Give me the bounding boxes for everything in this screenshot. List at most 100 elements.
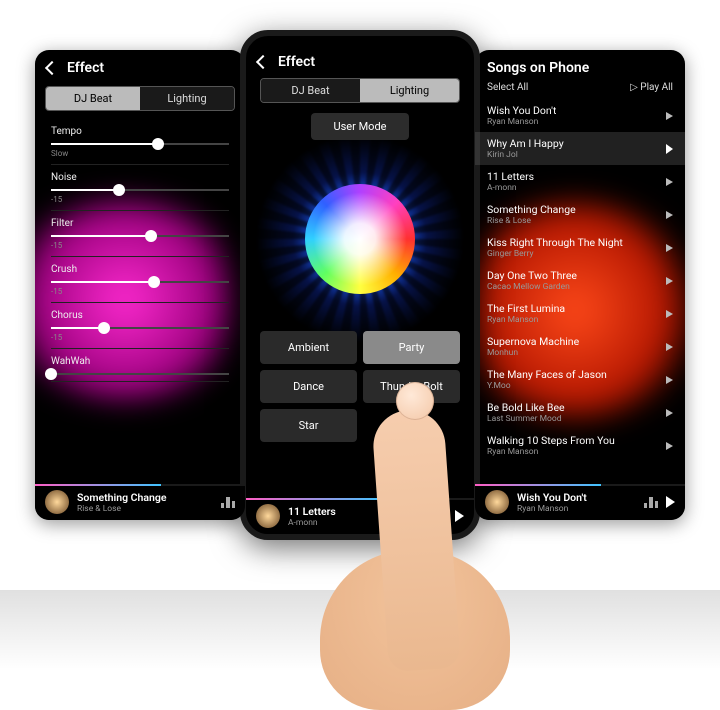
slider-track[interactable] bbox=[51, 235, 229, 237]
slider-value: Slow bbox=[51, 149, 229, 158]
play-song-icon[interactable] bbox=[666, 244, 673, 252]
slider-track[interactable] bbox=[51, 327, 229, 329]
color-wheel[interactable] bbox=[305, 184, 415, 294]
song-artist: Ryan Manson bbox=[487, 447, 615, 457]
play-all-button[interactable]: ▷ Play All bbox=[630, 82, 673, 93]
album-art-icon bbox=[45, 490, 69, 514]
song-title: Why Am I Happy bbox=[487, 137, 564, 150]
slider-thumb[interactable] bbox=[145, 230, 157, 242]
slider-track[interactable] bbox=[51, 281, 229, 283]
color-wheel-area bbox=[246, 156, 474, 321]
song-row[interactable]: Day One Two ThreeCacao Mellow Garden bbox=[475, 264, 685, 297]
slider-chorus: Chorus -15 bbox=[51, 303, 229, 349]
page-title: Effect bbox=[278, 54, 315, 70]
phone-djbeat: Effect DJ Beat Lighting Tempo Slow Noise-1… bbox=[35, 50, 245, 520]
song-row[interactable]: Wish You Don'tRyan Manson bbox=[475, 99, 685, 132]
song-title: Something Change bbox=[487, 203, 576, 216]
song-title: 11 Letters bbox=[487, 170, 534, 183]
play-song-icon[interactable] bbox=[666, 144, 673, 154]
play-icon[interactable] bbox=[666, 496, 675, 508]
album-art-icon bbox=[485, 490, 509, 514]
play-icon[interactable] bbox=[455, 510, 464, 522]
tab-djbeat[interactable]: DJ Beat bbox=[46, 87, 140, 110]
slider-track[interactable] bbox=[51, 373, 229, 375]
equalizer-icon[interactable] bbox=[644, 496, 658, 508]
play-song-icon[interactable] bbox=[666, 442, 673, 450]
back-icon[interactable] bbox=[256, 55, 270, 69]
play-song-icon[interactable] bbox=[666, 178, 673, 186]
select-all-button[interactable]: Select All bbox=[487, 82, 528, 93]
lighting-mode-party[interactable]: Party bbox=[363, 331, 460, 364]
lighting-mode-ambient[interactable]: Ambient bbox=[260, 331, 357, 364]
np-artist: Ryan Manson bbox=[517, 504, 636, 514]
np-artist: Rise & Lose bbox=[77, 504, 213, 514]
np-title: Wish You Don't bbox=[517, 491, 636, 504]
song-artist: Ginger Berry bbox=[487, 249, 623, 259]
equalizer-icon[interactable] bbox=[221, 496, 235, 508]
slider-thumb[interactable] bbox=[113, 184, 125, 196]
slider-value: -15 bbox=[51, 333, 229, 342]
lighting-mode-dance[interactable]: Dance bbox=[260, 370, 357, 403]
song-title: The Many Faces of Jason bbox=[487, 368, 607, 381]
slider-track[interactable] bbox=[51, 189, 229, 191]
slider-wahwah: WahWah bbox=[51, 349, 229, 382]
song-row[interactable]: Something ChangeRise & Lose bbox=[475, 198, 685, 231]
slider-value: -15 bbox=[51, 287, 229, 296]
song-title: Kiss Right Through The Night bbox=[487, 236, 623, 249]
slider-crush: Crush -15 bbox=[51, 257, 229, 303]
play-song-icon[interactable] bbox=[666, 409, 673, 417]
song-row[interactable]: Be Bold Like BeeLast Summer Mood bbox=[475, 396, 685, 429]
tab-lighting[interactable]: Lighting bbox=[360, 79, 459, 102]
song-title: Wish You Don't bbox=[487, 104, 556, 117]
back-icon[interactable] bbox=[45, 61, 59, 75]
song-artist: Y.Moo bbox=[487, 381, 607, 391]
slider-thumb[interactable] bbox=[152, 138, 164, 150]
play-song-icon[interactable] bbox=[666, 376, 673, 384]
song-row[interactable]: Supernova MachineMonhun bbox=[475, 330, 685, 363]
slider-tempo: Tempo Slow bbox=[51, 119, 229, 165]
now-playing-bar[interactable]: Something Change Rise & Lose bbox=[35, 484, 245, 520]
page-title: Songs on Phone bbox=[487, 60, 589, 76]
song-artist: Cacao Mellow Garden bbox=[487, 282, 577, 292]
song-title: Supernova Machine bbox=[487, 335, 579, 348]
song-row[interactable]: Walking 10 Steps From YouRyan Manson bbox=[475, 429, 685, 462]
slider-thumb[interactable] bbox=[45, 368, 57, 380]
song-artist: Last Summer Mood bbox=[487, 414, 565, 424]
play-song-icon[interactable] bbox=[666, 211, 673, 219]
slider-label: WahWah bbox=[51, 356, 229, 367]
song-title: Walking 10 Steps From You bbox=[487, 434, 615, 447]
song-title: Day One Two Three bbox=[487, 269, 577, 282]
slider-label: Tempo bbox=[51, 126, 229, 137]
tab-djbeat[interactable]: DJ Beat bbox=[261, 79, 360, 102]
page-title: Effect bbox=[67, 60, 104, 76]
song-row[interactable]: Kiss Right Through The NightGinger Berry bbox=[475, 231, 685, 264]
camera-notch-icon bbox=[356, 40, 364, 48]
song-row[interactable]: The Many Faces of JasonY.Moo bbox=[475, 363, 685, 396]
song-artist: Monhun bbox=[487, 348, 579, 358]
slider-track[interactable] bbox=[51, 143, 229, 145]
np-title: Something Change bbox=[77, 491, 213, 504]
tab-lighting[interactable]: Lighting bbox=[140, 87, 234, 110]
now-playing-bar[interactable]: Wish You Don't Ryan Manson bbox=[475, 484, 685, 520]
play-song-icon[interactable] bbox=[666, 277, 673, 285]
play-song-icon[interactable] bbox=[666, 343, 673, 351]
slider-noise: Noise-15 bbox=[51, 165, 229, 211]
lighting-mode-star[interactable]: Star bbox=[260, 409, 357, 442]
song-row[interactable]: The First LuminaRyan Manson bbox=[475, 297, 685, 330]
slider-label: Chorus bbox=[51, 310, 229, 321]
play-song-icon[interactable] bbox=[666, 310, 673, 318]
user-mode-button[interactable]: User Mode bbox=[311, 113, 408, 140]
slider-label: Crush bbox=[51, 264, 229, 275]
play-song-icon[interactable] bbox=[666, 112, 673, 120]
song-artist: Kirin Jol bbox=[487, 150, 564, 160]
song-title: The First Lumina bbox=[487, 302, 565, 315]
song-artist: Rise & Lose bbox=[487, 216, 576, 226]
song-row[interactable]: Why Am I HappyKirin Jol bbox=[475, 132, 685, 165]
slider-filter: Filter-15 bbox=[51, 211, 229, 257]
song-row[interactable]: 11 LettersA-monn bbox=[475, 165, 685, 198]
song-artist: A-monn bbox=[487, 183, 534, 193]
fingertip-illustration bbox=[396, 382, 434, 420]
phone-songs: Songs on Phone Select All ▷ Play All Wis… bbox=[475, 50, 685, 520]
song-title: Be Bold Like Bee bbox=[487, 401, 565, 414]
slider-value: -15 bbox=[51, 241, 229, 250]
